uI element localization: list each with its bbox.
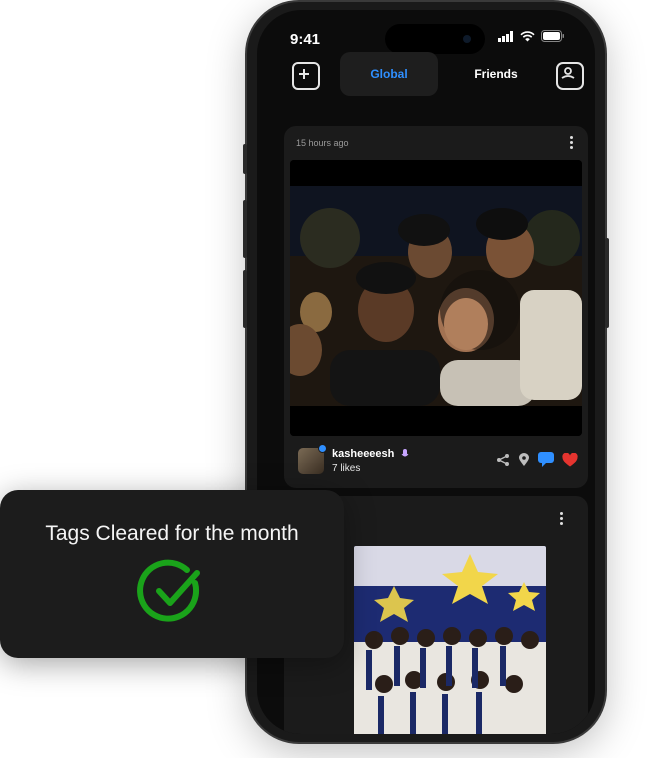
post-card: 15 hours ago kasheeeesh 7 likes xyxy=(284,126,588,488)
toast-notification: Tags Cleared for the month xyxy=(0,490,344,658)
check-circle-icon xyxy=(137,559,200,622)
volume-up-button xyxy=(243,200,247,258)
profile-box-icon[interactable] xyxy=(556,62,584,90)
post-author-row: kasheeeesh 7 likes xyxy=(298,444,578,478)
post-username[interactable]: kasheeeesh xyxy=(332,448,409,460)
dynamic-island xyxy=(385,24,485,54)
comment-icon[interactable] xyxy=(538,452,554,467)
wifi-icon xyxy=(520,30,535,41)
status-time: 9:41 xyxy=(290,31,321,48)
location-icon[interactable] xyxy=(518,452,530,467)
volume-down-button xyxy=(243,270,247,328)
tab-friends[interactable]: Friends xyxy=(457,52,535,96)
more-options-icon[interactable] xyxy=(570,136,574,149)
post-timestamp: 15 hours ago xyxy=(296,138,349,148)
post-photo[interactable] xyxy=(290,160,582,436)
heart-icon[interactable] xyxy=(562,452,578,467)
share-icon[interactable] xyxy=(496,453,510,467)
mic-icon xyxy=(402,448,409,457)
more-options-icon[interactable] xyxy=(560,512,564,525)
tab-global[interactable]: Global xyxy=(340,52,438,96)
toast-message: Tags Cleared for the month xyxy=(45,522,299,545)
status-icons xyxy=(498,30,565,42)
battery-icon xyxy=(541,30,564,42)
post-likes[interactable]: 7 likes xyxy=(332,463,360,474)
online-badge xyxy=(318,444,327,453)
post-photo[interactable] xyxy=(354,546,546,734)
post-actions xyxy=(496,452,578,467)
power-button xyxy=(605,238,609,328)
signal-icon xyxy=(498,30,513,42)
mute-switch xyxy=(243,144,247,174)
add-square-icon[interactable] xyxy=(292,62,320,90)
